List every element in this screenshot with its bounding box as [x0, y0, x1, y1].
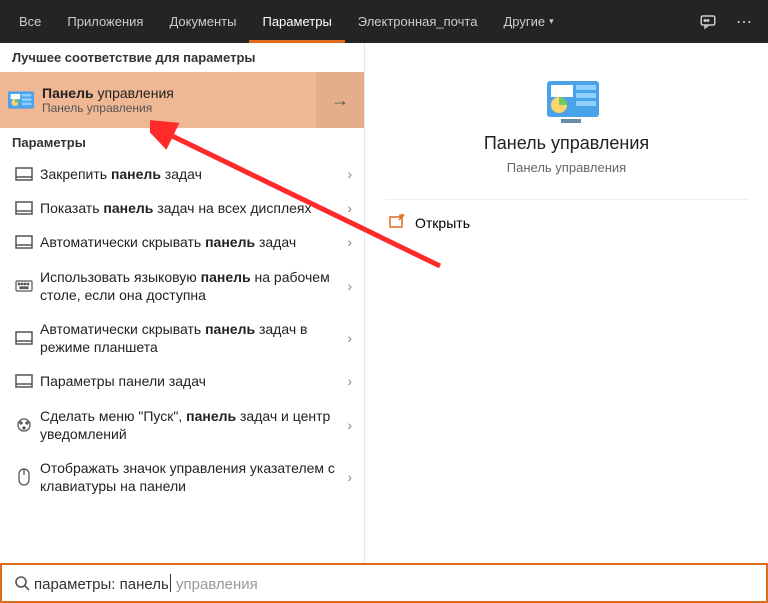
chevron-right-icon: › [347, 278, 352, 294]
chevron-right-icon: › [347, 417, 352, 433]
open-label: Открыть [415, 215, 470, 231]
results-panel: Лучшее соответствие для параметры Панель… [0, 43, 365, 563]
tab-label: Электронная_почта [358, 14, 478, 29]
chevron-right-icon: › [347, 234, 352, 250]
category-tabs: Все Приложения Документы Параметры Элект… [0, 0, 768, 43]
tab-all[interactable]: Все [6, 0, 54, 43]
result-item[interactable]: Отображать значок управления указателем … [0, 451, 364, 503]
preview-title: Панель управления [484, 133, 649, 154]
tab-label: Документы [169, 14, 236, 29]
taskbar-icon [10, 331, 38, 345]
result-label: Автоматически скрывать панель задач в ре… [40, 320, 347, 356]
chevron-right-icon: › [347, 330, 352, 346]
feedback-button[interactable] [690, 0, 726, 43]
result-label: Использовать языковую панель на рабочем … [40, 268, 347, 304]
open-action[interactable]: Открыть [365, 200, 768, 245]
preview-panel: Панель управления Панель управления Откр… [365, 43, 768, 563]
result-item[interactable]: Закрепить панель задач › [0, 157, 364, 191]
chevron-right-icon: › [347, 373, 352, 389]
best-match-header: Лучшее соответствие для параметры [0, 43, 364, 72]
ellipsis-icon: ⋯ [736, 12, 752, 32]
chevron-down-icon: ▾ [549, 16, 554, 27]
tab-apps[interactable]: Приложения [54, 0, 156, 43]
best-match-result[interactable]: Панель управления Панель управления → [0, 72, 364, 128]
result-item[interactable]: Использовать языковую панель на рабочем … [0, 260, 364, 312]
tab-label: Другие [503, 14, 545, 29]
tab-label: Приложения [67, 14, 143, 29]
taskbar-icon [10, 201, 38, 215]
result-label: Параметры панели задач [40, 372, 347, 390]
best-match-subtitle: Панель управления [42, 101, 316, 115]
result-label: Автоматически скрывать панель задач [40, 233, 347, 251]
taskbar-icon [10, 374, 38, 388]
chevron-right-icon: › [347, 166, 352, 182]
result-item[interactable]: Параметры панели задач › [0, 364, 364, 398]
tab-more[interactable]: Другие ▾ [490, 0, 566, 43]
text-cursor [170, 574, 171, 592]
result-item[interactable]: Сделать меню "Пуск", панель задач и цент… [0, 399, 364, 451]
expand-arrow-button[interactable]: → [316, 72, 364, 128]
settings-section-header: Параметры [0, 128, 364, 157]
color-icon [10, 417, 38, 433]
tab-documents[interactable]: Документы [156, 0, 249, 43]
search-input[interactable]: параметры: панель управления [34, 574, 258, 593]
search-autocomplete: управления [172, 576, 258, 593]
keyboard-icon [10, 280, 38, 292]
more-options-button[interactable]: ⋯ [726, 0, 762, 43]
taskbar-icon [10, 235, 38, 249]
control-panel-large-icon [539, 75, 595, 117]
result-item[interactable]: Автоматически скрывать панель задач в ре… [0, 312, 364, 364]
chevron-right-icon: › [347, 200, 352, 216]
best-match-title: Панель управления [42, 85, 316, 101]
tab-label: Все [19, 14, 41, 29]
control-panel-icon [0, 89, 42, 111]
tab-label: Параметры [262, 14, 331, 29]
result-item[interactable]: Показать панель задач на всех дисплеях › [0, 191, 364, 225]
result-label: Показать панель задач на всех дисплеях [40, 199, 347, 217]
search-icon [10, 575, 34, 591]
tab-email[interactable]: Электронная_почта [345, 0, 491, 43]
result-item[interactable]: Автоматически скрывать панель задач › [0, 225, 364, 259]
taskbar-icon [10, 167, 38, 181]
result-label: Отображать значок управления указателем … [40, 459, 347, 495]
arrow-right-icon: → [331, 90, 349, 111]
search-bar[interactable]: параметры: панель управления [0, 563, 768, 603]
preview-subtitle: Панель управления [507, 160, 626, 175]
search-typed: панель [120, 576, 169, 593]
open-icon [389, 214, 415, 231]
search-prefix: параметры: [34, 576, 120, 593]
result-label: Сделать меню "Пуск", панель задач и цент… [40, 407, 347, 443]
result-label: Закрепить панель задач [40, 165, 347, 183]
chevron-right-icon: › [347, 469, 352, 485]
feedback-icon [699, 13, 717, 31]
mouse-icon [10, 468, 38, 486]
tab-settings[interactable]: Параметры [249, 0, 344, 43]
